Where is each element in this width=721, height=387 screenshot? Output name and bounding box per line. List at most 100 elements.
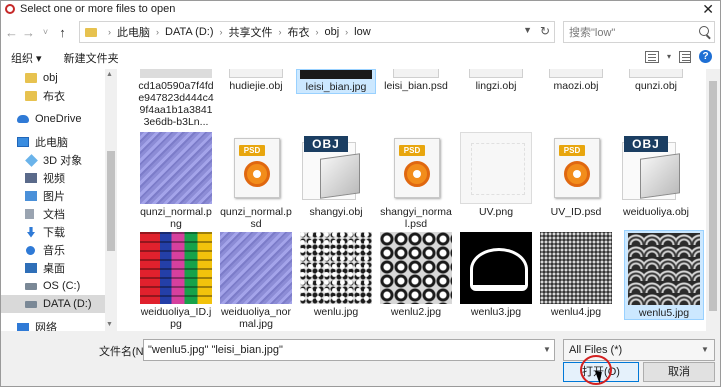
file-item[interactable]: weiduoliya_ID.jpg bbox=[136, 232, 216, 330]
file-item[interactable]: PSD UV_ID.psd bbox=[536, 132, 616, 218]
sidebar-item-documents[interactable]: 文档 bbox=[1, 205, 106, 223]
organize-button[interactable]: 组织 ▾ bbox=[11, 50, 42, 66]
sidebar-item-label: 此电脑 bbox=[35, 137, 68, 149]
sidebar-item-label: OneDrive bbox=[35, 113, 82, 125]
address-bar[interactable]: › 此电脑 › DATA (D:) › 共享文件 › 布衣 › obj › lo… bbox=[79, 21, 555, 43]
scroll-up-icon[interactable]: ▲ bbox=[106, 71, 113, 78]
filetype-select[interactable]: All Files (*) bbox=[563, 339, 715, 361]
image-thumbnail bbox=[628, 233, 700, 305]
search-icon[interactable] bbox=[699, 26, 709, 36]
sidebar-item-music[interactable]: 音乐 bbox=[1, 241, 106, 259]
chevron-down-icon[interactable]: ▼ bbox=[543, 345, 551, 354]
file-thumbnail bbox=[629, 69, 683, 78]
file-name: cd1a0590a7f4fde947823d444c49f4aa1b1a3841… bbox=[138, 80, 214, 128]
file-item[interactable]: lingzi.obj bbox=[456, 69, 536, 92]
file-item[interactable]: wenlu.jpg bbox=[296, 232, 376, 318]
drive-icon bbox=[25, 300, 37, 308]
file-item[interactable]: OBJ shangyi.obj bbox=[296, 132, 376, 218]
help-icon[interactable]: ? bbox=[699, 50, 712, 63]
forward-arrow-icon[interactable]: → bbox=[20, 25, 37, 40]
file-item[interactable]: weiduoliya_normal.jpg bbox=[216, 232, 296, 330]
folder-icon bbox=[25, 91, 37, 101]
breadcrumb-this-pc[interactable]: 此电脑 bbox=[117, 24, 150, 40]
sidebar-item-label: 文档 bbox=[43, 209, 65, 221]
recent-locations-chevron-icon[interactable]: ˅ bbox=[37, 27, 54, 37]
sidebar-item-network[interactable]: 网络 bbox=[1, 318, 106, 331]
change-view-icon[interactable] bbox=[644, 50, 659, 63]
documents-icon bbox=[25, 209, 34, 219]
filename-field[interactable]: "wenlu5.jpg" "leisi_bian.jpg" bbox=[143, 339, 555, 361]
sidebar-item-label: 音乐 bbox=[43, 245, 65, 257]
sidebar-item-pictures[interactable]: 图片 bbox=[1, 187, 106, 205]
file-item[interactable]: cd1a0590a7f4fde947823d444c49f4aa1b1a3841… bbox=[136, 69, 216, 128]
file-thumbnail bbox=[300, 70, 372, 79]
file-item[interactable]: wenlu5.jpg bbox=[624, 230, 704, 320]
file-item[interactable]: wenlu3.jpg bbox=[456, 232, 536, 318]
file-name: wenlu5.jpg bbox=[638, 307, 690, 319]
computer-icon bbox=[17, 137, 29, 147]
file-name: qunzi_normal.png bbox=[140, 206, 212, 230]
sidebar-item-buyi[interactable]: 布衣 bbox=[1, 87, 106, 105]
folder-icon bbox=[85, 27, 97, 37]
file-item[interactable]: leisi_bian.psd bbox=[376, 69, 456, 92]
image-thumbnail bbox=[380, 232, 452, 304]
file-name: qunzi_normal.psd bbox=[220, 206, 292, 230]
window-title: Select one or more files to open bbox=[20, 3, 176, 15]
psd-file-icon: PSD bbox=[380, 132, 452, 204]
sidebar-item-label: 3D 对象 bbox=[43, 155, 83, 167]
breadcrumb-low[interactable]: low bbox=[354, 26, 371, 38]
cancel-button[interactable]: 取消 bbox=[643, 362, 715, 382]
back-arrow-icon[interactable]: ← bbox=[3, 25, 20, 40]
sidebar-item-data-d[interactable]: DATA (D:) bbox=[1, 295, 106, 313]
file-item[interactable]: qunzi.obj bbox=[616, 69, 696, 92]
up-arrow-icon[interactable]: ↑ bbox=[54, 25, 71, 40]
new-folder-button[interactable]: 新建文件夹 bbox=[64, 50, 119, 66]
chevron-down-icon[interactable]: ▼ bbox=[701, 345, 709, 354]
chevron-down-icon[interactable]: ▼ bbox=[523, 25, 532, 35]
file-name: lingzi.obj bbox=[475, 80, 517, 92]
file-item[interactable]: maozi.obj bbox=[536, 69, 616, 92]
file-name: UV.png bbox=[478, 206, 514, 218]
sidebar-item-this-pc[interactable]: 此电脑 bbox=[1, 133, 106, 151]
sidebar-item-desktop[interactable]: 桌面 bbox=[1, 259, 106, 277]
view-controls: ▾ ? bbox=[644, 50, 712, 63]
music-icon bbox=[26, 245, 35, 255]
file-name: wenlu2.jpg bbox=[390, 306, 442, 318]
preview-pane-icon[interactable] bbox=[679, 50, 691, 63]
sidebar-item-os-c[interactable]: OS (C:) bbox=[1, 277, 106, 295]
scroll-down-icon[interactable]: ▼ bbox=[106, 321, 113, 328]
file-grid-scroll-thumb[interactable] bbox=[709, 81, 717, 311]
sidebar-item-onedrive[interactable]: OneDrive bbox=[1, 110, 106, 128]
breadcrumb-data-drive[interactable]: DATA (D:) bbox=[165, 26, 213, 38]
pictures-icon bbox=[25, 191, 37, 201]
file-name: wenlu.jpg bbox=[313, 306, 359, 318]
file-thumbnail bbox=[229, 69, 283, 78]
breadcrumb-shared-files[interactable]: 共享文件 bbox=[228, 24, 272, 40]
file-item[interactable]: hudiejie.obj bbox=[216, 69, 296, 92]
file-item[interactable]: leisi_bian.jpg bbox=[296, 69, 376, 94]
sidebar-item-videos[interactable]: 视频 bbox=[1, 169, 106, 187]
app-icon bbox=[5, 4, 15, 14]
file-name: wenlu4.jpg bbox=[550, 306, 602, 318]
search-input[interactable]: 搜索"low" bbox=[563, 21, 715, 43]
file-name: wenlu3.jpg bbox=[470, 306, 522, 318]
chevron-down-icon[interactable]: ▾ bbox=[667, 52, 671, 61]
file-name: weiduoliya.obj bbox=[623, 206, 689, 218]
sidebar-item-3d-objects[interactable]: 3D 对象 bbox=[1, 151, 106, 169]
refresh-icon[interactable]: ↻ bbox=[540, 24, 550, 38]
breadcrumb-buyi[interactable]: 布衣 bbox=[287, 24, 309, 40]
file-item[interactable]: PSD qunzi_normal.psd bbox=[216, 132, 296, 230]
file-thumbnail bbox=[140, 69, 212, 78]
file-item[interactable]: UV.png bbox=[456, 132, 536, 218]
sidebar-item-obj[interactable]: obj bbox=[1, 69, 106, 87]
file-item[interactable]: wenlu2.jpg bbox=[376, 232, 456, 318]
close-icon[interactable]: ✕ bbox=[702, 1, 714, 17]
sidebar-scroll-thumb[interactable] bbox=[107, 151, 115, 251]
sidebar-item-label: obj bbox=[43, 72, 58, 84]
file-item[interactable]: PSD shangyi_normal.psd bbox=[376, 132, 456, 230]
sidebar-item-downloads[interactable]: 下载 bbox=[1, 223, 106, 241]
file-item[interactable]: OBJ weiduoliya.obj bbox=[616, 132, 696, 218]
file-item[interactable]: wenlu4.jpg bbox=[536, 232, 616, 318]
breadcrumb-obj[interactable]: obj bbox=[324, 26, 339, 38]
file-item[interactable]: qunzi_normal.png bbox=[136, 132, 216, 230]
